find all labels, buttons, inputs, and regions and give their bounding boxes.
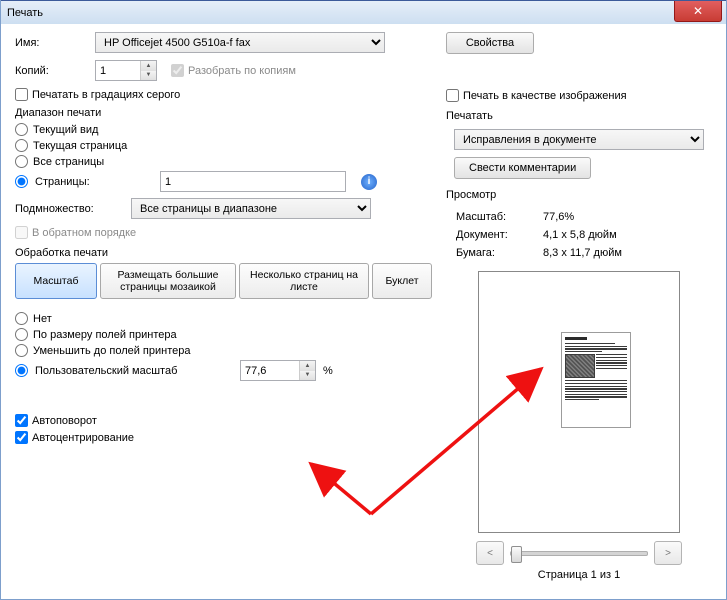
copies-label: Копий: <box>15 65 95 77</box>
radio-all-pages[interactable]: Все страницы <box>15 155 432 168</box>
copies-spinner[interactable]: ▲▼ <box>95 60 157 81</box>
info-icon[interactable]: i <box>361 174 377 190</box>
reverse-checkbox: В обратном порядке <box>15 226 432 239</box>
page-counter: Страница 1 из 1 <box>446 569 712 581</box>
subset-label: Подмножество: <box>15 203 131 215</box>
tab-tile[interactable]: Размещать большие страницы мозаикой <box>100 263 236 299</box>
subset-select[interactable]: Все страницы в диапазоне <box>131 198 371 219</box>
preview-info: Масштаб:77,6% Документ:4,1 x 5,8 дюйм Бу… <box>454 207 624 263</box>
radio-fit[interactable]: По размеру полей принтера <box>15 328 432 341</box>
radio-custom[interactable] <box>15 364 28 377</box>
pages-label: Страницы: <box>35 176 153 188</box>
handling-group-label: Обработка печати <box>15 247 432 259</box>
autorotate-checkbox[interactable]: Автоповорот <box>15 414 432 427</box>
radio-current-view[interactable]: Текущий вид <box>15 123 432 136</box>
pages-input[interactable] <box>160 171 346 192</box>
radio-none[interactable]: Нет <box>15 312 432 325</box>
preview-group-label: Просмотр <box>446 189 712 201</box>
chevron-down-icon[interactable]: ▼ <box>141 71 156 81</box>
tab-booklet[interactable]: Буклет <box>372 263 432 299</box>
tab-multi[interactable]: Несколько страниц на листе <box>239 263 369 299</box>
grayscale-checkbox[interactable]: Печатать в градациях серого <box>15 88 432 101</box>
doc-value: 4,1 x 5,8 дюйм <box>543 227 622 243</box>
collate-checkbox: Разобрать по копиям <box>171 64 296 77</box>
next-page-button[interactable]: > <box>654 541 682 565</box>
radio-current-page[interactable]: Текущая страница <box>15 139 432 152</box>
prev-page-button[interactable]: < <box>476 541 504 565</box>
tab-scale[interactable]: Масштаб <box>15 263 97 299</box>
radio-pages[interactable] <box>15 175 28 188</box>
page-slider[interactable] <box>510 551 648 556</box>
zoom-label: Масштаб: <box>456 209 541 225</box>
autocenter-checkbox[interactable]: Автоцентрирование <box>15 431 432 444</box>
properties-button[interactable]: Свойства <box>446 32 534 54</box>
slider-thumb[interactable] <box>511 546 522 563</box>
chevron-up-icon[interactable]: ▲ <box>300 361 315 371</box>
print-content-select[interactable]: Исправления в документе <box>454 129 704 150</box>
paper-value: 8,3 x 11,7 дюйм <box>543 245 622 261</box>
close-button[interactable]: ✕ <box>674 1 722 22</box>
as-image-checkbox[interactable]: Печать в качестве изображения <box>446 89 712 102</box>
copies-input[interactable] <box>96 61 140 80</box>
zoom-value: 77,6% <box>543 209 622 225</box>
close-icon: ✕ <box>693 4 703 18</box>
chevron-down-icon[interactable]: ▼ <box>300 371 315 381</box>
custom-scale-spinner[interactable]: ▲▼ <box>240 360 316 381</box>
percent-label: % <box>323 365 333 377</box>
document-thumbnail <box>561 332 631 428</box>
handling-tabs: Масштаб Размещать большие страницы мозаи… <box>15 263 432 299</box>
custom-scale-label: Пользовательский масштаб <box>35 365 233 377</box>
name-label: Имя: <box>15 37 95 49</box>
paper-label: Бумага: <box>456 245 541 261</box>
range-group-label: Диапазон печати <box>15 107 432 119</box>
print-section-label: Печатать <box>446 110 712 122</box>
titlebar: Печать ✕ <box>1 0 726 24</box>
flatten-button[interactable]: Свести комментарии <box>454 157 591 179</box>
doc-label: Документ: <box>456 227 541 243</box>
page-preview <box>478 271 680 533</box>
chevron-up-icon[interactable]: ▲ <box>141 61 156 71</box>
printer-select[interactable]: HP Officejet 4500 G510a-f fax <box>95 32 385 53</box>
custom-scale-input[interactable] <box>241 361 299 380</box>
radio-shrink[interactable]: Уменьшить до полей принтера <box>15 344 432 357</box>
window-title: Печать <box>7 7 43 19</box>
